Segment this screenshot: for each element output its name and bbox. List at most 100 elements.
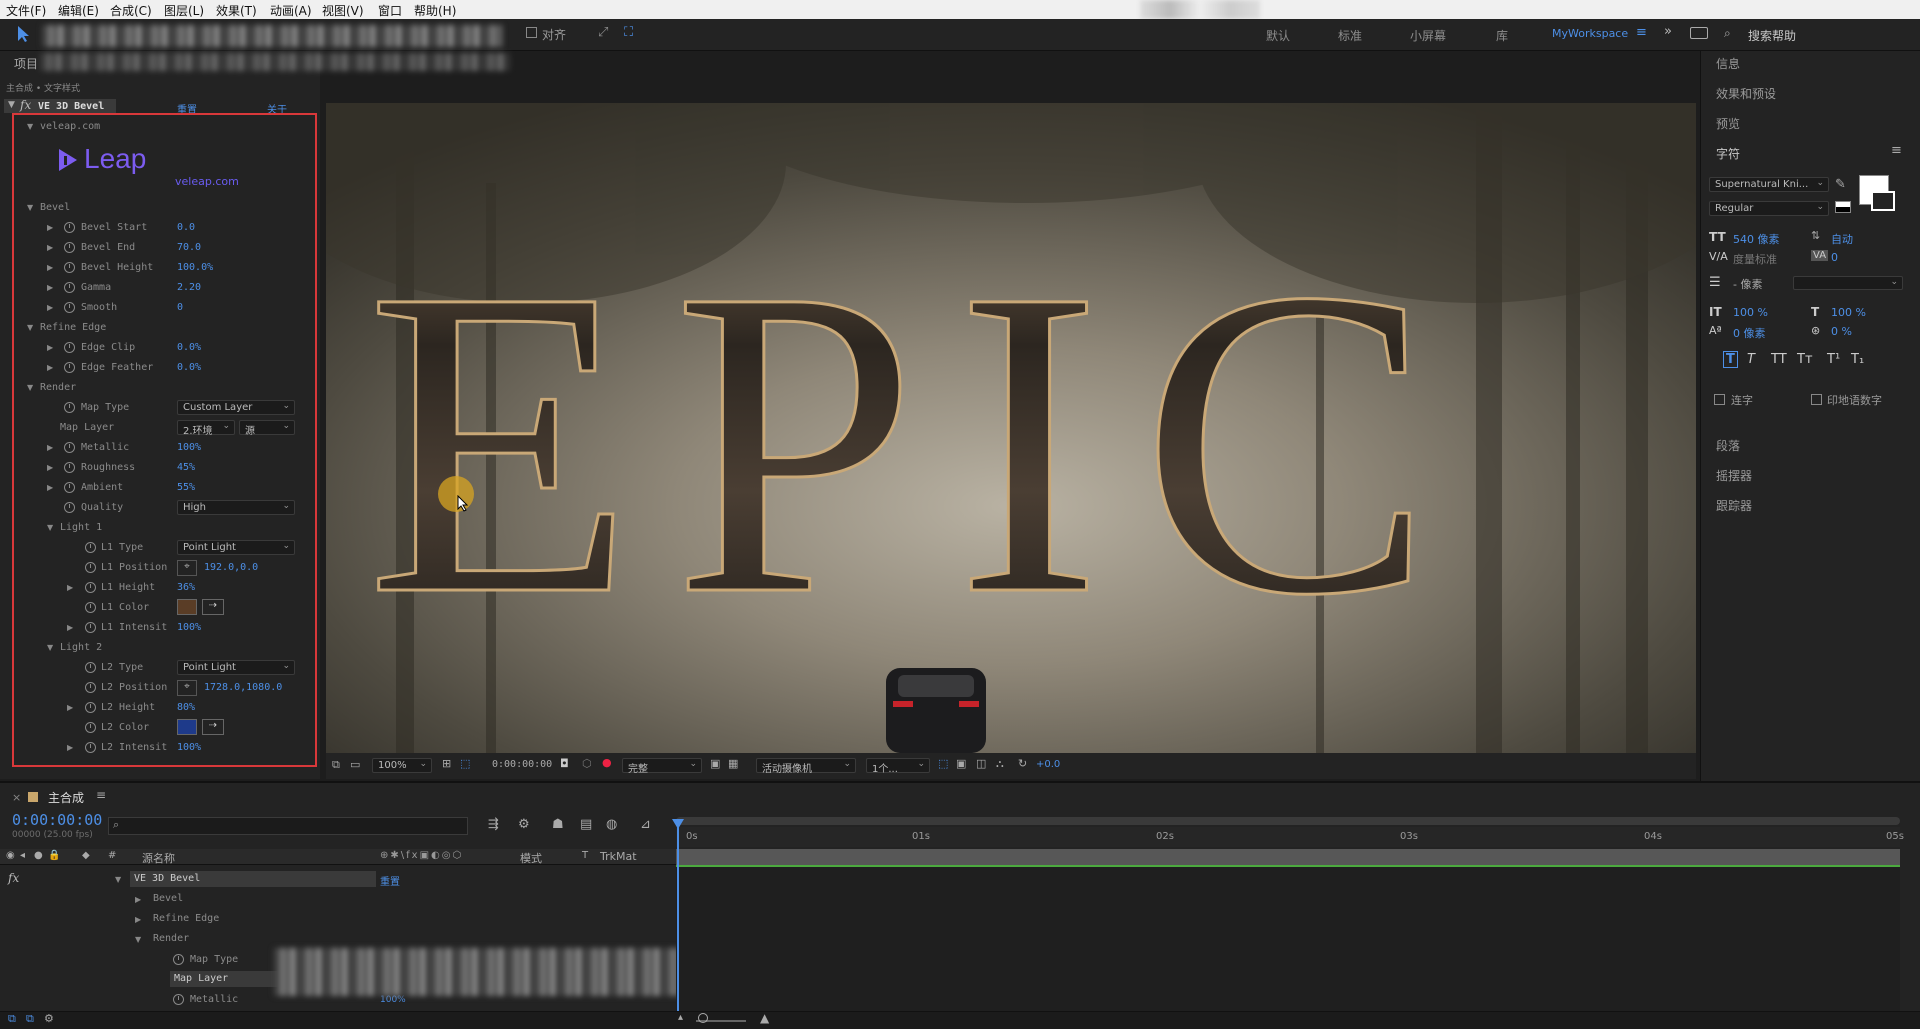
prop-triangle[interactable]: ▶ <box>47 223 53 232</box>
prop-triangle[interactable]: ▶ <box>47 343 53 352</box>
tl-metallic-value[interactable]: 100% <box>380 995 406 1005</box>
section-preview[interactable]: 预览 <box>1716 115 1740 132</box>
workspace-library[interactable]: 库 <box>1496 27 1508 44</box>
frame-blend-icon[interactable]: ▤ <box>580 817 592 832</box>
l2-type-dropdown[interactable]: Point Light ⌄ <box>177 660 295 675</box>
menu-file[interactable]: 文件(F) <box>6 2 46 19</box>
menu-help[interactable]: 帮助(H) <box>414 2 456 19</box>
snapshot-icon[interactable]: ◘ <box>560 757 569 770</box>
composition-viewer[interactable]: EPIC <box>326 103 1696 753</box>
crosshair-icon[interactable]: ⌖ <box>177 560 197 576</box>
fast-preview-icon[interactable]: ▣ <box>956 757 966 770</box>
project-tab[interactable]: 项目 <box>14 55 38 72</box>
toggle-modes-icon[interactable]: ⧉ <box>26 1012 34 1026</box>
timeline-timecode[interactable]: 0:00:00:00 <box>12 811 102 829</box>
views-dropdown[interactable]: 1个... ⌄ <box>866 758 930 775</box>
map-type-dropdown[interactable]: Custom Layer ⌄ <box>177 400 295 415</box>
playhead[interactable] <box>677 823 679 1013</box>
eyedropper-icon[interactable]: ⇢ <box>202 599 224 615</box>
workspace-default[interactable]: 默认 <box>1266 27 1290 44</box>
section-triangle[interactable]: ▼ <box>47 523 53 532</box>
value-roughness[interactable]: 45% <box>177 462 195 473</box>
resolution-dropdown[interactable]: 完整 ⌄ <box>622 758 702 775</box>
font-dropdown[interactable]: Supernatural Kni... ⌄ <box>1709 177 1829 192</box>
section-triangle[interactable]: ▼ <box>27 323 33 332</box>
col-source-name[interactable]: 源名称 <box>142 850 175 866</box>
section-triangle[interactable]: ▼ <box>27 383 33 392</box>
prop-triangle[interactable]: ▶ <box>47 443 53 452</box>
value-l1-position[interactable]: 192.0,0.0 <box>204 562 258 573</box>
prop-triangle[interactable]: ▶ <box>135 895 141 904</box>
exposure-value[interactable]: +0.0 <box>1036 759 1060 770</box>
l1-color-swatch[interactable] <box>177 599 197 615</box>
grid-snap-icon[interactable]: ⛶ <box>624 25 633 40</box>
snap-checkbox[interactable] <box>526 27 537 38</box>
menu-edit[interactable]: 编辑(E) <box>58 2 99 19</box>
region-icon[interactable]: ⬚ <box>460 757 470 770</box>
leading-value[interactable]: 自动 <box>1831 231 1853 247</box>
eyedropper-icon[interactable]: ⇢ <box>202 719 224 735</box>
time-ruler[interactable]: 0s 01s 02s 03s 04s 05s <box>676 827 1904 847</box>
menu-window[interactable]: 窗口 <box>378 2 402 19</box>
fx-icon[interactable]: fx <box>20 98 31 112</box>
eyedropper-icon[interactable]: ✎ <box>1835 177 1846 192</box>
fit-icon[interactable]: ⊞ <box>442 757 451 770</box>
col-trkmat[interactable]: TrkMat <box>600 850 637 863</box>
layer-name-box[interactable]: VE 3D Bevel <box>130 871 376 887</box>
stopwatch-icon[interactable] <box>85 562 96 573</box>
prop-triangle[interactable]: ▶ <box>47 303 53 312</box>
stopwatch-icon[interactable] <box>64 222 75 233</box>
label-icon[interactable]: ◆ <box>82 850 90 861</box>
faux-bold-button[interactable]: T <box>1723 351 1738 368</box>
superscript-button[interactable]: T¹ <box>1827 352 1840 367</box>
stopwatch-icon[interactable] <box>173 994 184 1005</box>
overflow-chevron-icon[interactable]: » <box>1664 24 1672 39</box>
prop-triangle[interactable]: ▼ <box>135 935 141 944</box>
layer-triangle[interactable]: ▼ <box>115 875 121 884</box>
graph-editor-icon[interactable]: ⊿ <box>640 817 651 832</box>
prop-triangle[interactable]: ▶ <box>47 243 53 252</box>
roi-icon[interactable]: ▣ <box>710 757 720 770</box>
section-tracker[interactable]: 跟踪器 <box>1716 497 1752 514</box>
value-gamma[interactable]: 2.20 <box>177 282 201 293</box>
subscript-button[interactable]: T₁ <box>1851 352 1864 367</box>
value-edge-feather[interactable]: 0.0% <box>177 362 201 373</box>
value-l1-intensity[interactable]: 100% <box>177 622 201 633</box>
stopwatch-icon[interactable] <box>85 742 96 753</box>
l1-type-dropdown[interactable]: Point Light ⌄ <box>177 540 295 555</box>
menu-effect[interactable]: 效果(T) <box>216 2 257 19</box>
toggle-switches-icon[interactable]: ⧉ <box>8 1012 16 1026</box>
menu-composition[interactable]: 合成(C) <box>110 2 152 19</box>
font-size-value[interactable]: 540 像素 <box>1733 231 1780 247</box>
work-area-bar[interactable] <box>676 817 1900 825</box>
stopwatch-icon[interactable] <box>85 662 96 673</box>
stopwatch-icon[interactable] <box>64 342 75 353</box>
section-triangle[interactable]: ▼ <box>27 203 33 212</box>
prop-triangle[interactable]: ▶ <box>47 263 53 272</box>
map-layer-source-dropdown[interactable]: 源 ⌄ <box>239 420 295 437</box>
fx-icon[interactable]: fx <box>8 871 19 885</box>
tab-menu-icon[interactable]: ≡ <box>96 788 106 802</box>
camera-dropdown[interactable]: 活动摄像机 ⌄ <box>756 758 856 775</box>
value-smooth[interactable]: 0 <box>177 302 183 313</box>
effect-expand-triangle[interactable]: ▼ <box>8 100 15 110</box>
stopwatch-icon[interactable] <box>64 302 75 313</box>
audio-icon[interactable]: ◂ <box>20 850 25 861</box>
swap-colors-icon[interactable] <box>1835 201 1851 213</box>
show-snapshot-icon[interactable]: ⬡ <box>582 757 592 770</box>
l2-color-swatch[interactable] <box>177 719 197 735</box>
stopwatch-icon[interactable] <box>85 542 96 553</box>
stopwatch-icon[interactable] <box>85 582 96 593</box>
value-bevel-height[interactable]: 100.0% <box>177 262 213 273</box>
stopwatch-icon[interactable] <box>64 262 75 273</box>
transparency-grid-icon[interactable]: ▦ <box>728 757 738 770</box>
zoom-out-icon[interactable]: ▴ <box>678 1012 683 1023</box>
zoom-in-icon[interactable]: ▲ <box>760 1011 769 1025</box>
map-layer-dropdown[interactable]: 2.环境 ⌄ <box>177 420 235 437</box>
stopwatch-icon[interactable] <box>64 462 75 473</box>
value-l2-height[interactable]: 80% <box>177 702 195 713</box>
section-paragraph[interactable]: 段落 <box>1716 437 1740 454</box>
search-toggle-icon[interactable] <box>1690 27 1708 39</box>
value-bevel-end[interactable]: 70.0 <box>177 242 201 253</box>
prop-triangle[interactable]: ▶ <box>67 623 73 632</box>
